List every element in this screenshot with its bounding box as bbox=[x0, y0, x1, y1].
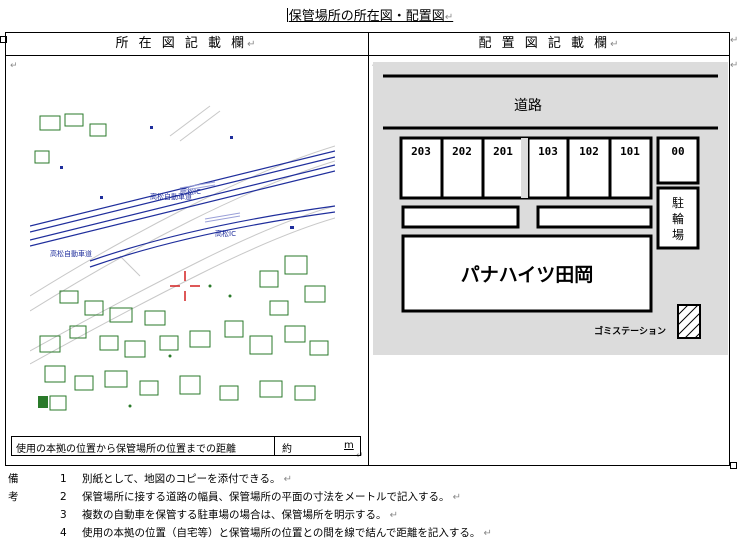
space-102: 102 bbox=[579, 145, 599, 158]
map-blue-marks bbox=[60, 126, 294, 229]
garbage-station-label: ゴミステーション bbox=[594, 325, 666, 337]
ic-label-2: 高松IC bbox=[215, 229, 236, 238]
location-map-drawing: 高松自動車道 高松自動車道 高松IC 高松IC bbox=[30, 105, 335, 411]
note-1: 1 別紙として、地図のコピーを添付できる。 ↵ bbox=[60, 473, 293, 485]
location-marker-icon bbox=[170, 271, 200, 301]
location-map-header: 所 在 図 記 載 欄↵ bbox=[115, 36, 259, 51]
text-cursor bbox=[286, 8, 288, 22]
bicycle-parking-char-1: 駐 bbox=[672, 195, 684, 210]
road-label-2: 高松自動車道 bbox=[50, 249, 92, 258]
building-outlines bbox=[34, 113, 329, 411]
bicycle-parking-char-2: 輪 bbox=[672, 211, 684, 226]
location-map-image: 高松自動車道 高松自動車道 高松IC 高松IC bbox=[30, 96, 335, 421]
note-2: 2 保管場所に接する道路の幅員、保管場所の平面の寸法をメートルで記入する。 ↵ bbox=[60, 491, 462, 503]
space-202: 202 bbox=[452, 145, 472, 158]
table-resize-handle[interactable] bbox=[730, 462, 737, 469]
building-name: パナハイツ田岡 bbox=[461, 264, 594, 286]
space-203: 203 bbox=[411, 145, 431, 158]
strip-left bbox=[401, 205, 520, 229]
parking-gap bbox=[521, 138, 528, 198]
notes-label: 備考 bbox=[8, 473, 19, 503]
space-103: 103 bbox=[538, 145, 558, 158]
distance-row: 使用の本拠の位置から保管場所の位置までの距離 約 m bbox=[11, 436, 361, 456]
strip-right bbox=[536, 205, 653, 229]
road-label: 道路 bbox=[514, 98, 542, 114]
layout-map-header: 配 置 図 記 載 欄↵ bbox=[478, 36, 622, 51]
header-divider bbox=[6, 55, 729, 56]
column-divider bbox=[368, 33, 369, 465]
note-4: 4 使用の本拠の位置（自宅等）と保管場所の位置との間を線で結んで距離を記入する。 … bbox=[60, 527, 492, 539]
space-00: 00 bbox=[671, 145, 684, 158]
distance-label: 使用の本拠の位置から保管場所の位置までの距離 bbox=[16, 444, 236, 455]
bicycle-parking-label: 駐 輪 場 bbox=[672, 195, 684, 242]
layout-diagram-drawing: 道路 203 202 201 103 102 101 00 駐 輪 場 パナハイ… bbox=[383, 74, 718, 339]
page-title: 保管場所の所在図・配置図↵ bbox=[286, 8, 454, 24]
distance-unit: m bbox=[344, 440, 354, 451]
note-3: 3 複数の自動車を保管する駐車場の場合は、保管場所を明示する。 ↵ bbox=[60, 509, 399, 521]
bicycle-parking-char-3: 場 bbox=[672, 228, 684, 242]
space-201: 201 bbox=[493, 145, 513, 158]
space-101: 101 bbox=[620, 145, 640, 158]
distance-approx: 約 bbox=[282, 444, 292, 455]
layout-diagram: 道路 203 202 201 103 102 101 00 駐 輪 場 パナハイ… bbox=[373, 62, 728, 355]
map-landmark bbox=[38, 396, 48, 408]
garbage-station-icon bbox=[677, 304, 701, 339]
